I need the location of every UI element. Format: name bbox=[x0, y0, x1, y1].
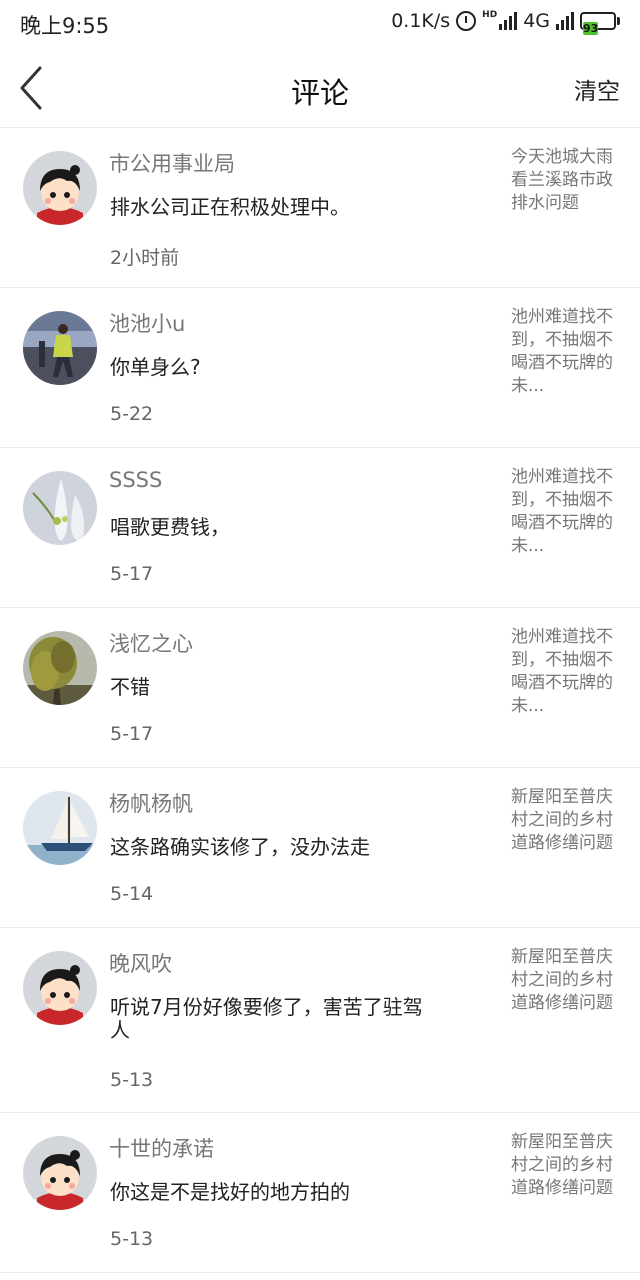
avatar[interactable] bbox=[23, 151, 97, 225]
comment-topic-link[interactable]: 池州难道找不到，不抽烟不喝酒不玩牌的未... bbox=[511, 626, 615, 718]
comment-username[interactable]: 晚风吹 bbox=[109, 948, 172, 978]
comment-date: 5-13 bbox=[110, 1069, 154, 1091]
comment-list: 市公用事业局排水公司正在积极处理中。 2小时前 今天池城大雨看兰溪路市政排水问题 池… bbox=[0, 128, 640, 1273]
comment-username[interactable]: 池池小u bbox=[109, 308, 185, 338]
comment-text: 唱歌更费钱， bbox=[110, 515, 230, 539]
comment-topic-link[interactable]: 新屋阳至普庆村之间的乡村道路修缮问题 bbox=[511, 786, 615, 855]
status-time: 晚上9:55 bbox=[20, 14, 110, 38]
comment-topic-link[interactable]: 今天池城大雨看兰溪路市政排水问题 bbox=[511, 146, 615, 215]
comment-date: 5-17 bbox=[110, 563, 154, 585]
hd-icon: HD bbox=[482, 10, 498, 20]
avatar[interactable] bbox=[23, 631, 97, 705]
avatar[interactable] bbox=[23, 311, 97, 385]
cartoon-girl-icon bbox=[23, 951, 97, 1025]
clear-button[interactable]: 清空 bbox=[574, 72, 620, 106]
comment-topic-link[interactable]: 池州难道找不到，不抽烟不喝酒不玩牌的未... bbox=[511, 466, 615, 558]
comment-text: 你这是不是找好的地方拍的 bbox=[110, 1180, 350, 1204]
comment-username[interactable]: 市公用事业局 bbox=[109, 148, 235, 178]
comment-row[interactable]: 杨帆杨帆这条路确实该修了，没办法走 5-14 新屋阳至普庆村之间的乡村道路修缮问题 bbox=[0, 768, 640, 928]
page-title: 评论 bbox=[290, 76, 349, 110]
signal-icon-2 bbox=[556, 12, 574, 30]
signal-icon bbox=[499, 12, 518, 30]
comment-text: 不错 bbox=[110, 675, 150, 699]
comment-topic-link[interactable]: 池州难道找不到，不抽烟不喝酒不玩牌的未... bbox=[511, 306, 615, 398]
comment-username[interactable]: 十世的承诺 bbox=[109, 1133, 214, 1163]
comment-username[interactable]: 浅忆之心 bbox=[109, 628, 193, 658]
cartoon-girl-icon bbox=[23, 151, 97, 225]
comment-row[interactable]: 十世的承诺你这是不是找好的地方拍的 5-13 新屋阳至普庆村之间的乡村道路修缮问题 bbox=[0, 1113, 640, 1273]
comment-date: 5-17 bbox=[110, 723, 154, 745]
network-type: 4G bbox=[523, 10, 550, 32]
street-photo-icon bbox=[23, 311, 97, 385]
comment-text: 这条路确实该修了，没办法走 bbox=[110, 835, 370, 859]
battery-icon: 93 bbox=[580, 12, 620, 35]
comment-row[interactable]: SSSS 唱歌更费钱， 5-17 池州难道找不到，不抽烟不喝酒不玩牌的未... bbox=[0, 448, 640, 608]
avatar[interactable] bbox=[23, 1136, 97, 1210]
comment-username[interactable]: 杨帆杨帆 bbox=[109, 788, 193, 818]
comment-text: 排水公司正在积极处理中。 bbox=[110, 195, 350, 219]
comment-topic-link[interactable]: 新屋阳至普庆村之间的乡村道路修缮问题 bbox=[511, 1131, 615, 1200]
status-bar: 晚上9:55 0.1K/s HD 4G 93 bbox=[0, 0, 640, 48]
comment-username[interactable]: SSSS bbox=[109, 468, 162, 492]
vase-photo-icon bbox=[23, 471, 97, 545]
comment-row[interactable]: 晚风吹听说7月份好像要修了，害苦了驻驾人 5-13 新屋阳至普庆村之间的乡村道路修缮… bbox=[0, 928, 640, 1113]
status-indicators: 0.1K/s HD 4G 93 bbox=[391, 10, 620, 35]
nav-bar: 评论 清空 bbox=[0, 48, 640, 128]
comment-row[interactable]: 浅忆之心不错 5-17 池州难道找不到，不抽烟不喝酒不玩牌的未... bbox=[0, 608, 640, 768]
comment-date: 5-14 bbox=[110, 883, 154, 905]
avatar[interactable] bbox=[23, 951, 97, 1025]
cartoon-girl-icon bbox=[23, 1136, 97, 1210]
sailboat-icon bbox=[23, 791, 97, 865]
comment-date: 5-13 bbox=[110, 1228, 154, 1250]
avatar[interactable] bbox=[23, 471, 97, 545]
comment-date: 2小时前 bbox=[110, 247, 180, 269]
comment-text: 听说7月份好像要修了，害苦了驻驾人 bbox=[110, 995, 423, 1042]
comment-topic-link[interactable]: 新屋阳至普庆村之间的乡村道路修缮问题 bbox=[511, 946, 615, 1015]
comment-date: 5-22 bbox=[110, 403, 154, 425]
alarm-icon bbox=[456, 11, 477, 31]
battery-level: 93 bbox=[583, 22, 599, 35]
comment-text: 你单身么? bbox=[110, 355, 201, 379]
network-speed: 0.1K/s bbox=[391, 10, 451, 32]
comment-row[interactable]: 市公用事业局排水公司正在积极处理中。 2小时前 今天池城大雨看兰溪路市政排水问题 bbox=[0, 128, 640, 288]
avatar[interactable] bbox=[23, 791, 97, 865]
willow-tree-icon bbox=[23, 631, 97, 705]
comment-row[interactable]: 池池小u 你单身么? 5-22 池州难道找不到，不抽烟不喝酒不玩牌的未... bbox=[0, 288, 640, 448]
